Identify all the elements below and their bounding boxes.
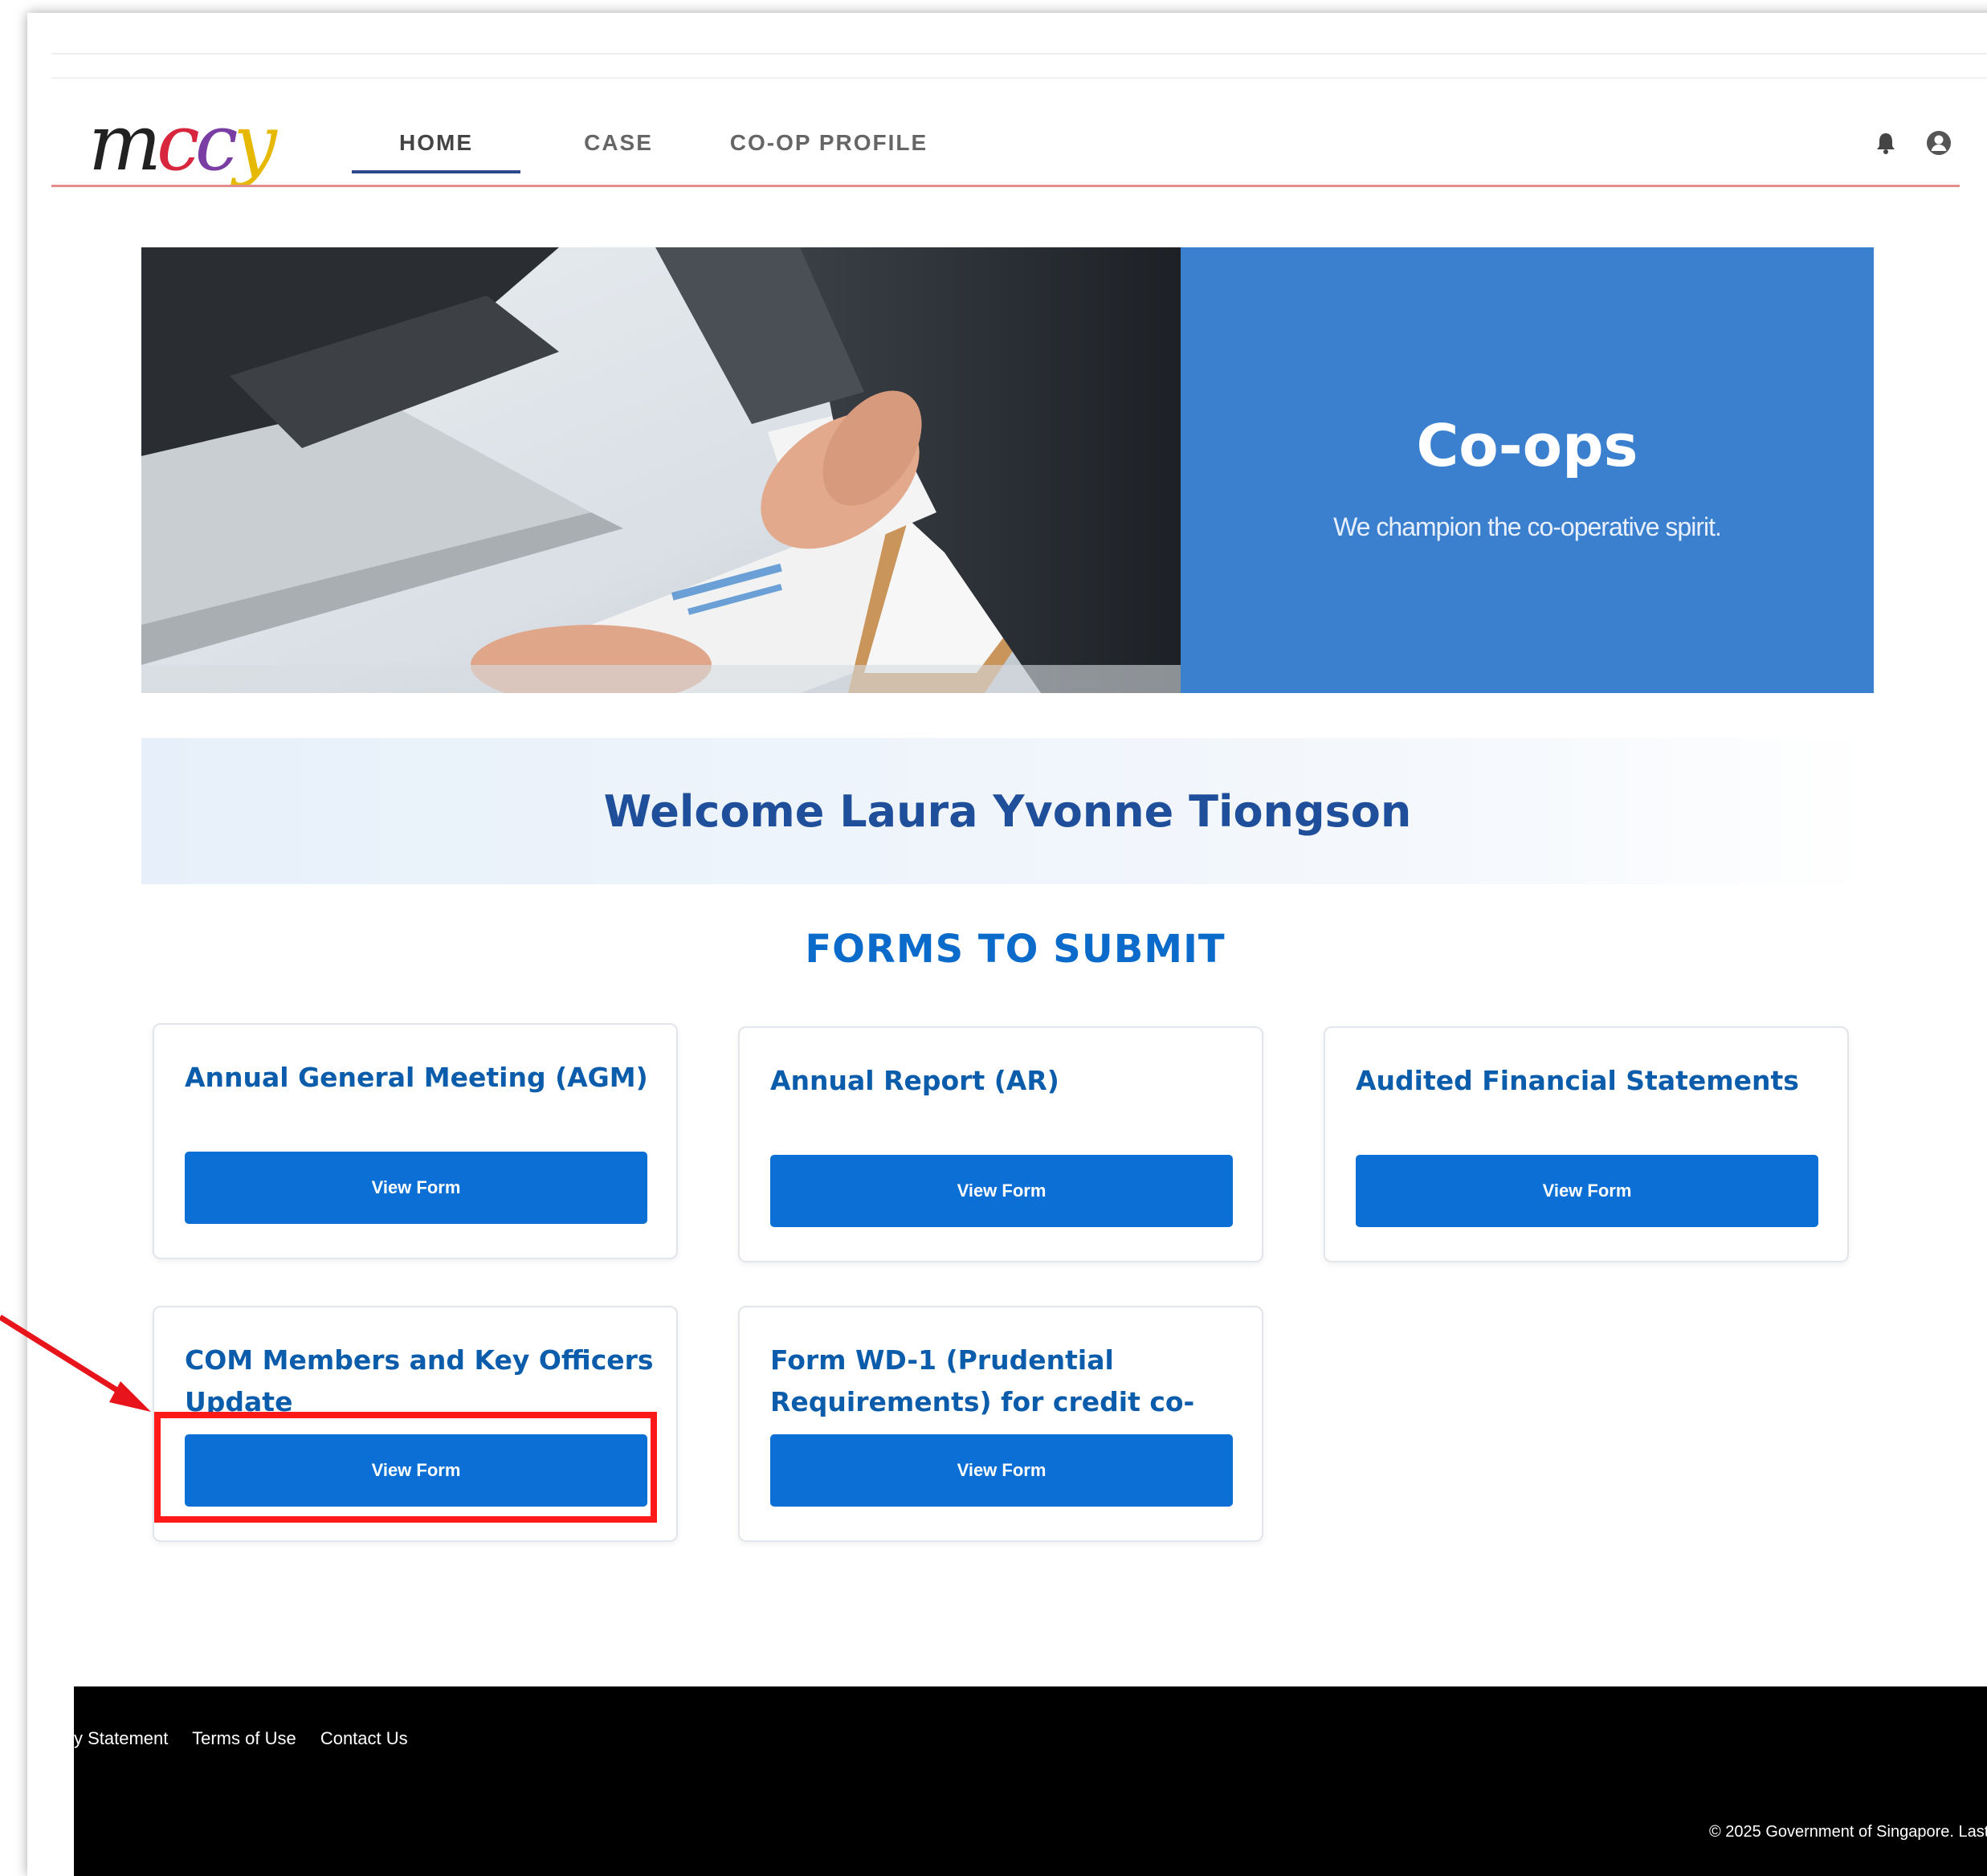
banner-subtitle: We champion the co-operative spirit. — [1333, 512, 1722, 541]
tab-case[interactable]: CASE — [562, 130, 675, 165]
logo-letter-c1: c — [157, 98, 200, 188]
tab-home[interactable]: HOME — [352, 130, 520, 165]
logo-letter-c2: c — [194, 98, 239, 188]
form-card-com-members: COM Members and Key Officers Update View… — [153, 1306, 678, 1542]
view-form-button-agm[interactable]: View Form — [185, 1152, 647, 1224]
user-icon[interactable] — [1923, 127, 1955, 159]
footer-links: y Statement Terms of Use Contact Us — [74, 1728, 427, 1749]
view-form-button-com-members[interactable]: View Form — [185, 1434, 647, 1507]
view-form-button-wd1[interactable]: View Form — [770, 1434, 1233, 1507]
form-card-agm: Annual General Meeting (AGM) View Form — [153, 1023, 678, 1259]
top-divider — [51, 53, 1987, 55]
handshake-banner-image — [141, 247, 1181, 693]
footer-link-privacy-statement[interactable]: y Statement — [74, 1728, 168, 1748]
banner-text-panel: Co-ops We champion the co-operative spir… — [1181, 247, 1874, 693]
form-card-title: Annual Report (AR) — [770, 1065, 1059, 1096]
view-form-button-ar[interactable]: View Form — [770, 1155, 1233, 1227]
view-form-button-afs[interactable]: View Form — [1356, 1155, 1818, 1227]
form-card-ar: Annual Report (AR) View Form — [738, 1026, 1263, 1262]
logo-letter-m: m — [88, 98, 161, 188]
footer-link-terms-of-use[interactable]: Terms of Use — [192, 1728, 296, 1748]
footer: y Statement Terms of Use Contact Us © 20… — [74, 1686, 1987, 1876]
form-card-wd1: Form WD-1 (Prudential Requirements) for … — [738, 1306, 1263, 1542]
welcome-message: Welcome Laura Yvonne Tiongson — [603, 786, 1412, 837]
active-tab-indicator — [352, 170, 520, 173]
form-card-title: Audited Financial Statements — [1356, 1065, 1799, 1096]
banner-title: Co-ops — [1416, 412, 1638, 479]
form-card-title: COM Members and Key Officers Update — [185, 1344, 654, 1417]
footer-link-contact-us[interactable]: Contact Us — [320, 1728, 408, 1748]
logo-letter-y: y — [233, 98, 277, 188]
header: mccy HOME CASE CO-OP PROFILE — [51, 79, 1963, 199]
tab-co-op-profile[interactable]: CO-OP PROFILE — [708, 130, 949, 165]
welcome-banner: Welcome Laura Yvonne Tiongson — [141, 738, 1874, 884]
form-card-afs: Audited Financial Statements View Form — [1324, 1026, 1849, 1262]
hero-banner: Co-ops We champion the co-operative spir… — [141, 247, 1874, 693]
mccy-logo[interactable]: mccy — [88, 103, 277, 183]
form-card-title: Annual General Meeting (AGM) — [185, 1062, 648, 1093]
footer-copyright: © 2025 Government of Singapore. Last — [1709, 1823, 1987, 1841]
app-window: mccy HOME CASE CO-OP PROFILE Co-ops We c… — [27, 13, 1987, 1876]
forms-heading: FORMS TO SUBMIT — [805, 927, 1226, 972]
bell-icon[interactable] — [1870, 127, 1902, 159]
header-divider — [51, 185, 1960, 187]
